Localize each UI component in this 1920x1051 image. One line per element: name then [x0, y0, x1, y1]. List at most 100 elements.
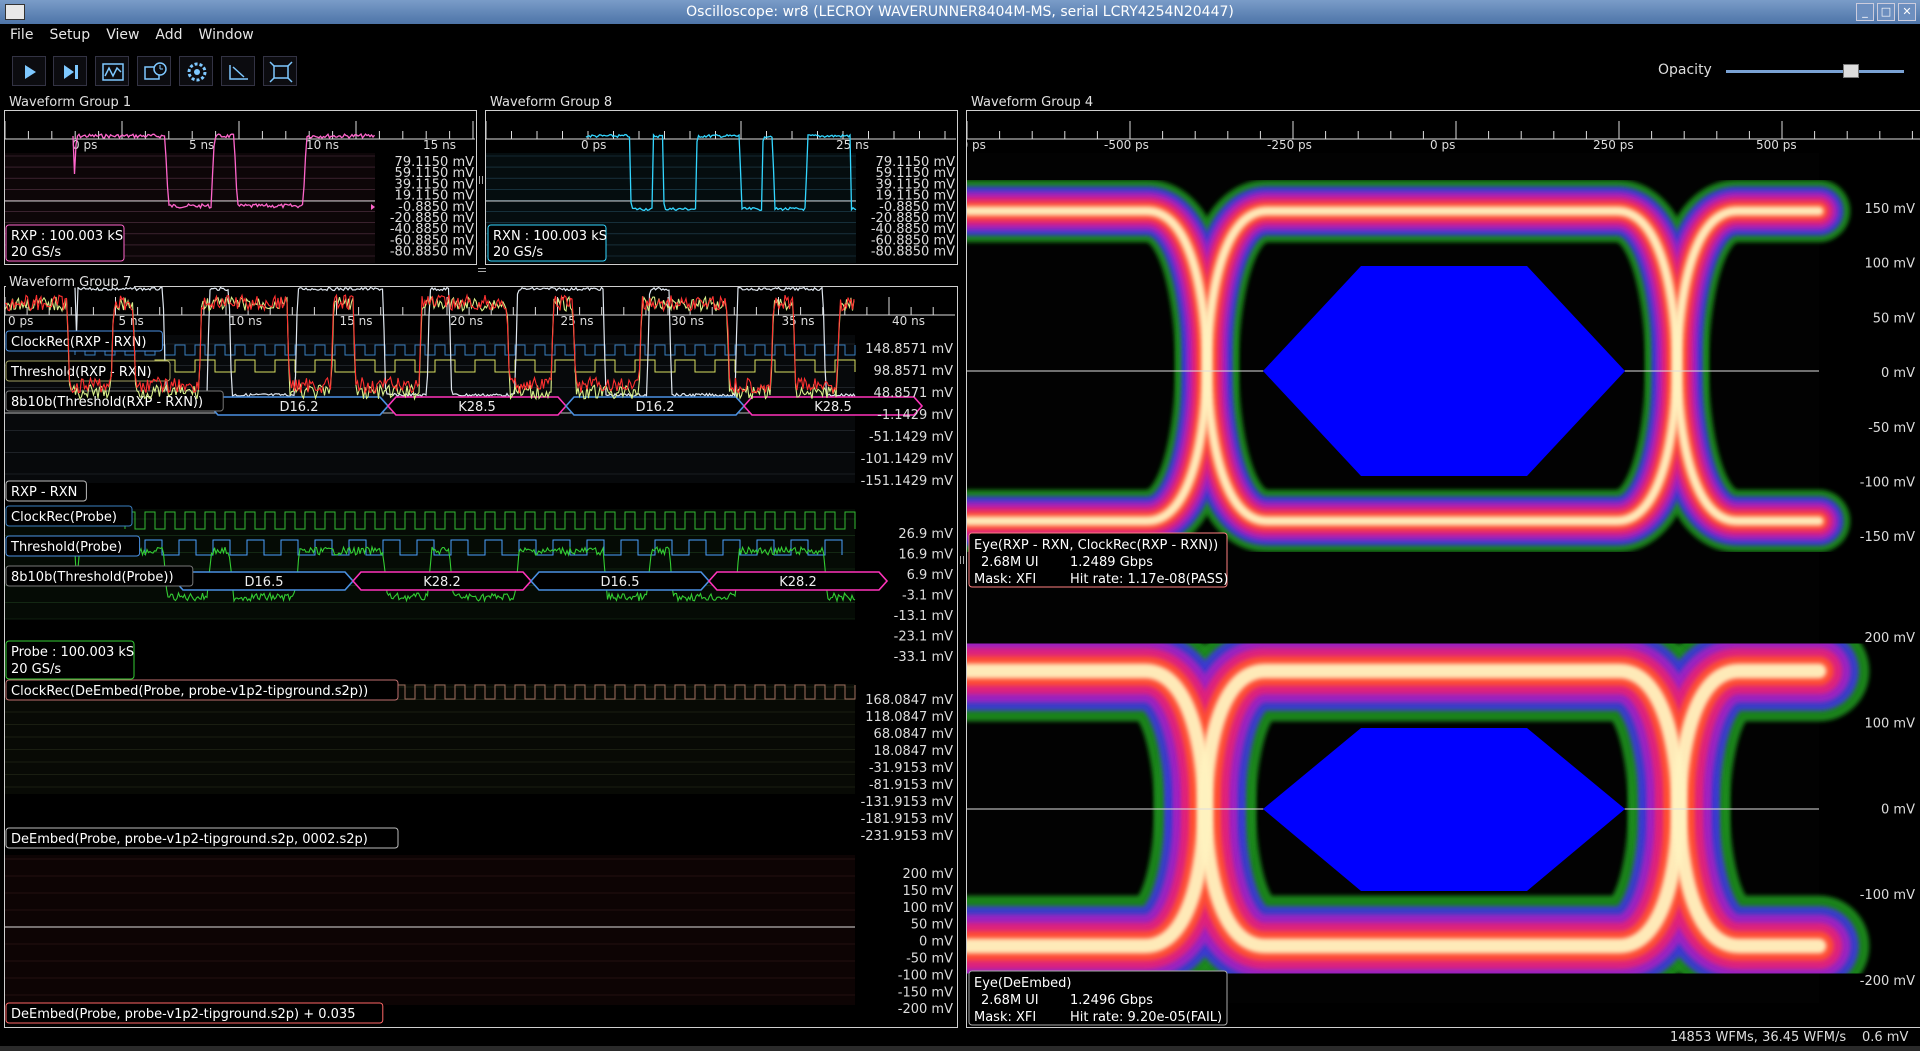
voltage-tick-label: -100 mV — [1860, 888, 1915, 903]
eye-title[interactable]: Eye(RXP - RXN, ClockRec(RXP - RXN)) — [974, 538, 1218, 553]
waveform-icon — [102, 63, 124, 81]
waveform-group-1-view[interactable]: 0 ps 5 ns 10 ns 15 ns 79.1150 mV59.1150 mV3… — [5, 111, 477, 264]
voltage-tick-label: 98.8571 mV — [874, 364, 954, 379]
decode-symbol[interactable]: D16.5 — [245, 575, 284, 590]
maximize-button[interactable]: □ — [1877, 3, 1895, 21]
eye-hit-rate: Hit rate: 1.17e-08(PASS) — [1070, 572, 1228, 587]
time-tick-label: 40 ns — [892, 314, 925, 328]
sample-rate-probe: 20 GS/s — [11, 662, 61, 677]
settings-button[interactable] — [179, 56, 213, 86]
eye-ui-count: 2.68M UI — [981, 993, 1039, 1008]
voltage-axis[interactable]: 168.0847 mV 118.0847 mV 68.0847 mV 18.0847 … — [861, 693, 954, 844]
start-trigger-button[interactable] — [12, 56, 46, 86]
time-tick-label: 10 ns — [229, 314, 262, 328]
menu-add[interactable]: Add — [145, 24, 188, 48]
eye-ui-count: 2.68M UI — [981, 555, 1039, 570]
menu-view[interactable]: View — [96, 24, 145, 48]
time-tick-label: -500 ps — [1104, 138, 1149, 152]
voltage-tick-label: 0 mV — [919, 935, 953, 950]
sample-rate-rxp: 20 GS/s — [11, 245, 61, 260]
window-menu-icon[interactable] — [5, 4, 25, 20]
time-tick-label: 0 ps — [8, 314, 33, 328]
voltage-tick-label: -50 mV — [1868, 421, 1915, 436]
splitter-handle[interactable] — [479, 176, 483, 184]
voltage-tick-label: 18.0847 mV — [874, 744, 954, 759]
single-trigger-button[interactable] — [53, 56, 87, 86]
channel-label[interactable]: ClockRec(RXP - RXN) — [11, 335, 146, 350]
voltage-axis[interactable]: 26.9 mV 16.9 mV 6.9 mV -3.1 mV -13.1 mV -23.1… — [894, 527, 953, 665]
voltage-tick-label: 16.9 mV — [898, 548, 953, 563]
voltage-tick-label: 118.0847 mV — [865, 710, 953, 725]
channel-label[interactable]: 8b10b(Threshold(Probe)) — [11, 570, 174, 585]
history-icon — [144, 62, 167, 80]
time-tick-label: 0 ps — [581, 138, 606, 152]
opacity-slider[interactable] — [1726, 70, 1904, 73]
voltage-axis[interactable]: 79.1150 mV59.1150 mV39.1150 mV19.1150 mV… — [390, 155, 474, 260]
time-tick-label: -750 ps — [967, 138, 986, 152]
trigger-button[interactable] — [221, 56, 255, 86]
voltage-tick-label: 100 mV — [902, 901, 953, 916]
decode-symbol[interactable]: D16.2 — [636, 400, 675, 415]
eye-info-deembed[interactable]: Eye(DeEmbed) 2.68M UI 1.2496 Gbps Mask: XFI… — [968, 970, 1228, 1026]
splitter-handle[interactable] — [960, 556, 964, 564]
channel-label[interactable]: ClockRec(Probe) — [11, 510, 117, 525]
time-tick-label: 20 ns — [450, 314, 483, 328]
voltage-tick-label: 100 mV — [1864, 257, 1915, 272]
voltage-tick-label: 150 mV — [1864, 202, 1915, 217]
splitter-handle[interactable] — [478, 268, 486, 272]
voltage-tick-label: -101.1429 mV — [861, 452, 954, 467]
window-title: Oscilloscope: wr8 (LECROY WAVERUNNER8404… — [686, 4, 1234, 20]
minimize-button[interactable]: _ — [1856, 3, 1874, 21]
decode-symbol[interactable]: K28.2 — [423, 575, 460, 590]
voltage-tick-label: -131.9153 mV — [861, 795, 954, 810]
history-button[interactable] — [137, 56, 171, 86]
channel-label[interactable]: Threshold(Probe) — [10, 540, 122, 555]
voltage-axis[interactable]: 200 mV 150 mV 100 mV 50 mV 0 mV -50 mV-100 mV… — [898, 867, 953, 1017]
opacity-slider-handle[interactable] — [1842, 64, 1859, 78]
channel-label[interactable]: DeEmbed(Probe, probe-v1p2-tipground.s2p,… — [11, 832, 368, 847]
eye-info-diff[interactable]: Eye(RXP - RXN, ClockRec(RXP - RXN)) 2.68M… — [968, 532, 1228, 588]
status-resolution: 0.6 mV — [1862, 1030, 1909, 1045]
voltage-tick-label: 168.0847 mV — [865, 693, 953, 708]
voltage-tick-label: -81.9153 mV — [869, 778, 953, 793]
time-tick-label: 500 ps — [1756, 138, 1797, 152]
channel-label-rxn[interactable]: RXN : 100.003 kS — [493, 229, 607, 244]
decode-symbol[interactable]: D16.5 — [601, 575, 640, 590]
close-button[interactable]: ✕ — [1898, 3, 1916, 21]
menu-bar: File Setup View Add Window — [0, 24, 1920, 48]
channel-label[interactable]: RXP - RXN — [11, 485, 77, 500]
channel-label-rxp[interactable]: RXP : 100.003 kS — [11, 229, 123, 244]
decode-symbol[interactable]: D16.2 — [280, 400, 319, 415]
settings-icon — [187, 62, 207, 82]
eye-title[interactable]: Eye(DeEmbed) — [974, 976, 1071, 991]
waveform-group-8-view[interactable]: 0 ps 25 ns 79.1150 mV59.1150 mV39.1150 mV… — [486, 111, 958, 264]
fit-button[interactable] — [263, 56, 297, 86]
channel-label[interactable]: ClockRec(DeEmbed(Probe, probe-v1p2-tipgr… — [11, 684, 368, 699]
decode-symbol[interactable]: K28.5 — [814, 400, 851, 415]
voltage-tick-label: 200 mV — [1864, 631, 1915, 646]
voltage-tick-label: 50 mV — [1873, 311, 1915, 326]
waveform-group-7-view[interactable]: 0 ps 5 ns 10 ns 15 ns 20 ns 25 ns 30 ns 35 ns 40… — [5, 287, 957, 1027]
menu-window[interactable]: Window — [189, 24, 260, 48]
voltage-tick-label: -231.9153 mV — [861, 829, 954, 844]
eye-hit-rate: Hit rate: 9.20e-05(FAIL) — [1070, 1010, 1222, 1025]
force-trigger-button[interactable] — [95, 56, 129, 86]
decode-symbol[interactable]: K28.2 — [779, 575, 816, 590]
menu-setup[interactable]: Setup — [39, 24, 96, 48]
timeline-ruler[interactable]: -750 ps-500 ps-250 ps0 ps250 ps500 ps750 — [967, 121, 1920, 152]
channel-label[interactable]: DeEmbed(Probe, probe-v1p2-tipground.s2p)… — [11, 1007, 355, 1022]
time-tick-label: 30 ns — [671, 314, 704, 328]
channel-label[interactable]: Threshold(RXP - RXN) — [10, 365, 152, 380]
voltage-tick-label: -100 mV — [898, 968, 953, 983]
step-icon — [64, 65, 78, 79]
voltage-axis[interactable]: 150 mV 100 mV 50 mV 0 mV -50 mV -100 mV -150 m… — [1860, 202, 1915, 545]
decode-symbol[interactable]: K28.5 — [458, 400, 495, 415]
voltage-tick-label: -50 mV — [906, 952, 953, 967]
time-tick-label: 25 ns — [836, 138, 869, 152]
channel-label-probe[interactable]: Probe : 100.003 kS — [11, 645, 134, 660]
voltage-axis[interactable]: 79.1150 mV59.1150 mV39.1150 mV19.1150 mV… — [871, 155, 955, 260]
waveform-group-4-view[interactable]: -750 ps-500 ps-250 ps0 ps250 ps500 ps750… — [967, 111, 1920, 1027]
timeline-ruler[interactable]: 0 ps 5 ns 10 ns 15 ns 20 ns 25 ns 30 ns 35 ns 40… — [5, 297, 955, 328]
menu-file[interactable]: File — [0, 24, 39, 48]
eye-bitrate: 1.2496 Gbps — [1070, 993, 1153, 1008]
